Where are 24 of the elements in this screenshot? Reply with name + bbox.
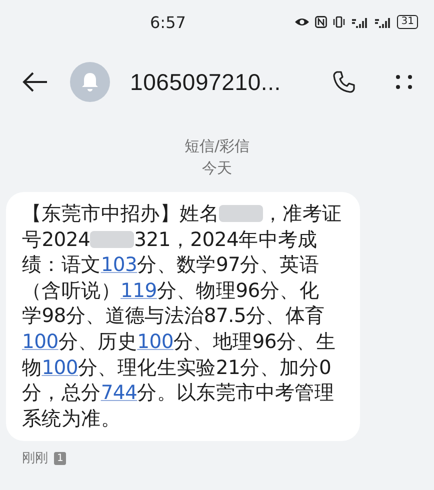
redaction-blur: [219, 205, 264, 222]
message-text: 【东莞市中招办】姓名 ，准考证 号2024 321，2024年中考成 绩：语文 103分、数学97分、英语 （含听说）119分、物理96分、化 学98分、道德与法治87.5分、体育 100分、历史100分、地理96分、生 物100分、理化生实验21分、加分0 分，总分744分。以东莞市中考管理 系统为准。: [22, 201, 343, 432]
signal-5g-icon: [351, 16, 370, 28]
nfc-icon: [315, 16, 328, 28]
score-link[interactable]: 100: [137, 330, 174, 353]
score-link[interactable]: 100: [22, 330, 58, 353]
phone-button[interactable]: [330, 68, 358, 96]
redaction-blur: [90, 230, 134, 248]
vibrate-icon: [332, 16, 346, 28]
score-link[interactable]: 744: [100, 381, 138, 404]
message-type-label: 短信/彩信: [184, 136, 250, 156]
contact-avatar: [70, 62, 110, 102]
clock-time: 6:57: [150, 12, 186, 32]
contact-number: 1065097210...: [130, 68, 282, 96]
eye-icon: [294, 17, 310, 27]
battery-level: 31: [397, 15, 418, 29]
date-label: 今天: [202, 158, 232, 178]
message-time: 刚刚: [22, 450, 48, 468]
score-link[interactable]: 100: [42, 356, 78, 379]
signal-4g-icon: [374, 16, 392, 28]
back-button[interactable]: [20, 70, 50, 94]
sim-badge: 1: [54, 452, 66, 465]
score-link[interactable]: 103: [100, 253, 138, 276]
score-link[interactable]: 119: [120, 278, 157, 302]
